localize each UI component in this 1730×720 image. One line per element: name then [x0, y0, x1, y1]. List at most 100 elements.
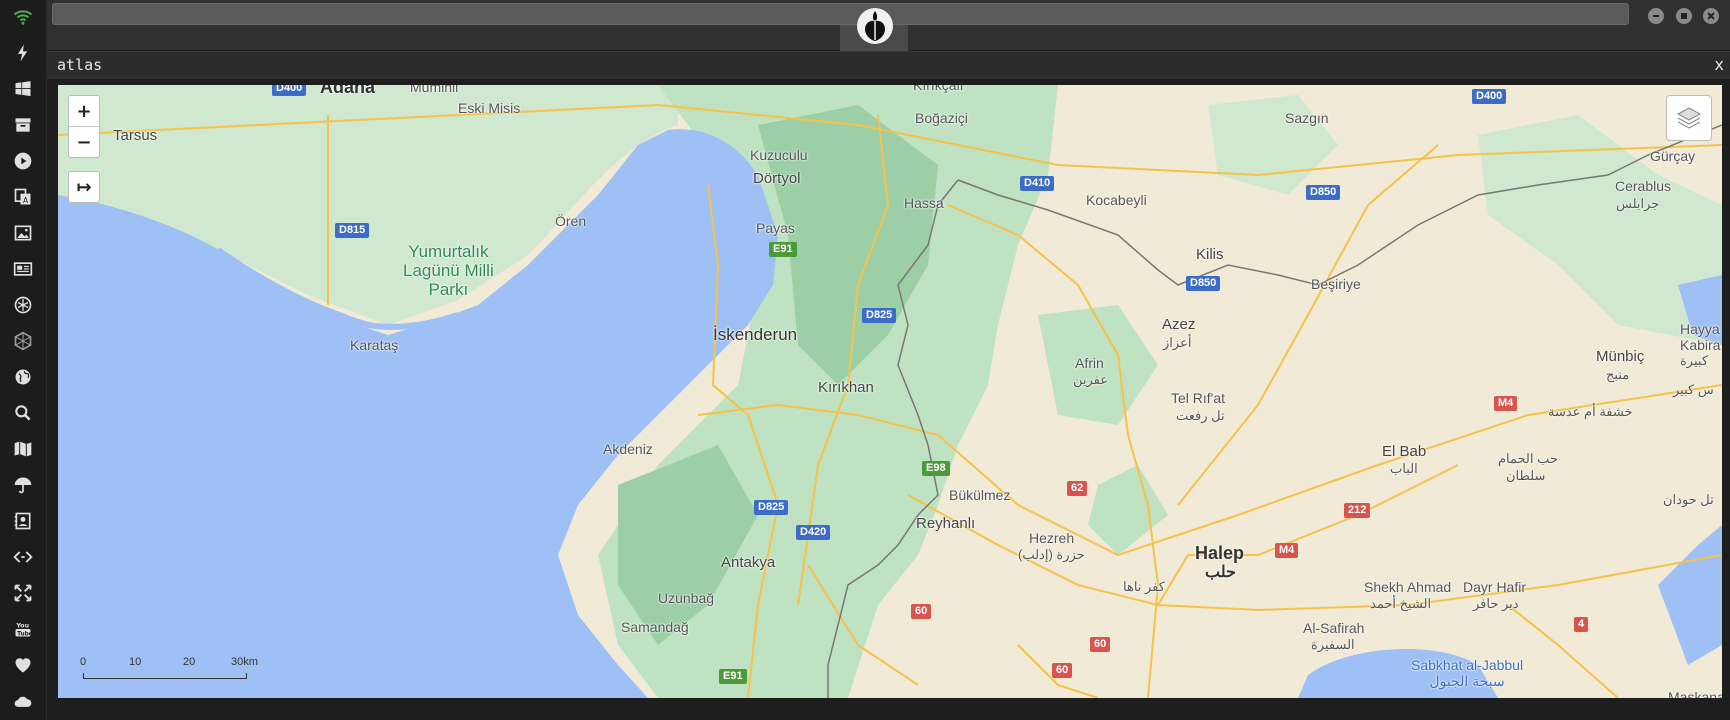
road-shield-e91: E91: [769, 242, 797, 257]
road-shield-e98: E98: [922, 461, 950, 476]
expand-control: ↦: [68, 171, 100, 203]
label-kilis: Kilis: [1196, 246, 1224, 263]
minimize-icon[interactable]: [1648, 8, 1664, 24]
zoom-in-button[interactable]: +: [69, 96, 99, 127]
address-bar[interactable]: [52, 3, 1629, 25]
news-icon[interactable]: [11, 257, 35, 281]
label-payas: Payas: [756, 220, 795, 236]
search-icon[interactable]: [11, 401, 35, 425]
cloud-icon[interactable]: [11, 689, 35, 713]
label-halep: Halep: [1195, 543, 1245, 563]
label-sazgin: Sazgın: [1285, 110, 1329, 126]
label-iskenderun: İskenderun: [713, 325, 798, 344]
svg-text:You: You: [15, 622, 29, 629]
label-sabkhat-al-jabbul: Sabkhat al-Jabbul سبخة الجبول: [1411, 657, 1523, 689]
expand-icon[interactable]: [11, 581, 35, 605]
label-maskana: Maskana: [1668, 689, 1722, 698]
label-samandag: Samandağ: [621, 619, 689, 635]
label-kabira-arabic: كبيرة: [1680, 353, 1709, 368]
play-icon[interactable]: [11, 149, 35, 173]
label-adana: Adana: [320, 85, 376, 97]
label-sultan-arabic: سلطان: [1506, 468, 1546, 483]
zoom-out-button[interactable]: −: [69, 127, 99, 157]
layers-button[interactable]: [1666, 95, 1712, 141]
park-label-line3: Parkı: [428, 280, 469, 299]
image-icon[interactable]: [11, 221, 35, 245]
label-tel-rifat: Tel Rıf'at: [1171, 390, 1226, 406]
road-shield-60: 60: [1052, 663, 1073, 678]
label-tel-hawdan-arabic: تل حودان: [1663, 492, 1714, 507]
label-tel-rifat-arabic: تل رفعت: [1176, 408, 1225, 423]
windows-icon[interactable]: [11, 77, 35, 101]
contact-card-icon[interactable]: [11, 509, 35, 533]
label-azez-arabic: أعزاز: [1163, 335, 1192, 350]
translate-icon[interactable]: A: [11, 185, 35, 209]
label-dayr-hafir: Dayr Hafir: [1463, 579, 1527, 595]
app-title-bar: atlas x: [47, 51, 1730, 79]
scale-tick-30: 30km: [231, 656, 258, 668]
label-hayya: Hayya: [1680, 321, 1720, 337]
label-khashfa-arabic: خشفة أم عدسة: [1548, 404, 1633, 419]
rebel-alliance-logo-icon: [855, 6, 895, 46]
label-bogazici: Boğaziçi: [915, 110, 968, 126]
layers-icon: [1676, 107, 1702, 129]
expand-sidebar-button[interactable]: ↦: [69, 172, 99, 202]
road-shield-d850: D850: [1186, 276, 1221, 291]
road-shield-d410: D410: [1020, 176, 1055, 191]
label-kirikhan: Kırıkhan: [818, 379, 874, 396]
label-afrin: Afrin: [1075, 355, 1104, 371]
lightning-icon[interactable]: [11, 41, 35, 65]
close-button[interactable]: x: [1714, 55, 1724, 74]
label-oren: Ören: [555, 213, 587, 229]
road-shield-62: 62: [1067, 481, 1088, 496]
road-shield-60: 60: [1090, 637, 1111, 652]
road-shield-4: 4: [1574, 617, 1589, 632]
globe-icon[interactable]: [11, 365, 35, 389]
scale-tick-20: 20: [183, 656, 196, 668]
label-kuzuculu: Kuzuculu: [750, 147, 808, 163]
label-dayr-hafir-arabic: دير حافر: [1473, 596, 1519, 611]
road-shield-m4: M4: [1275, 543, 1299, 558]
maximize-icon[interactable]: [1676, 8, 1692, 24]
label-hezreh: Hezreh: [1029, 530, 1075, 546]
label-al-safirah: Al-Safirah: [1303, 620, 1365, 636]
label-el-bab-arabic: الباب: [1390, 461, 1418, 476]
code-icon[interactable]: [11, 545, 35, 569]
label-shekh-ahmad-arabic: الشيخ أحمد: [1370, 596, 1432, 611]
label-antakya: Antakya: [721, 554, 776, 571]
label-hezreh-arabic: حزرة (إدلب): [1018, 547, 1085, 562]
youtube-icon[interactable]: You Tube: [11, 617, 35, 641]
svg-text:Tube: Tube: [17, 631, 33, 637]
park-label-line2: Lagünü Milli: [403, 261, 494, 280]
map-icon[interactable]: [11, 437, 35, 461]
road-shield-d825: D825: [754, 500, 789, 515]
label-afrin-arabic: عفرين: [1073, 372, 1109, 387]
close-window-icon[interactable]: [1703, 8, 1719, 24]
label-hassa: Hassa: [904, 195, 944, 211]
label-kabira: Kabira: [1680, 337, 1721, 353]
label-tarsus: Tarsus: [113, 127, 158, 144]
label-cerablus-arabic: جرابلس: [1616, 196, 1660, 211]
label-akdeniz: Akdeniz: [603, 441, 653, 457]
window-title: atlas: [57, 56, 103, 74]
sabkhat-label-line2: سبخة الجبول: [1429, 673, 1505, 689]
map-canvas[interactable]: Adana Muminli Eski Misis Tarsus Kırıkçal…: [58, 85, 1722, 698]
archive-icon[interactable]: [11, 113, 35, 137]
heart-icon[interactable]: [11, 653, 35, 677]
label-halep-arabic: حلب: [1205, 564, 1236, 581]
hexagon-icon[interactable]: [11, 329, 35, 353]
label-muminli: Muminli: [410, 85, 459, 95]
road-shield-212: 212: [1344, 503, 1371, 518]
scale-bar: 0 10 20 30km: [80, 656, 258, 681]
road-shield-d400: D400: [272, 85, 307, 96]
road-shield-e91: E91: [719, 669, 747, 684]
rebel-icon[interactable]: [11, 293, 35, 317]
app-sidebar: A You Tube: [0, 0, 47, 720]
road-shield-60: 60: [911, 604, 932, 619]
label-el-bab: El Bab: [1382, 443, 1427, 460]
road-shield-d815: D815: [335, 223, 370, 238]
label-munbic-arabic: منبج: [1606, 367, 1630, 382]
road-shield-d400: D400: [1472, 89, 1507, 104]
wifi-icon[interactable]: [11, 5, 35, 29]
umbrella-icon[interactable]: [11, 473, 35, 497]
